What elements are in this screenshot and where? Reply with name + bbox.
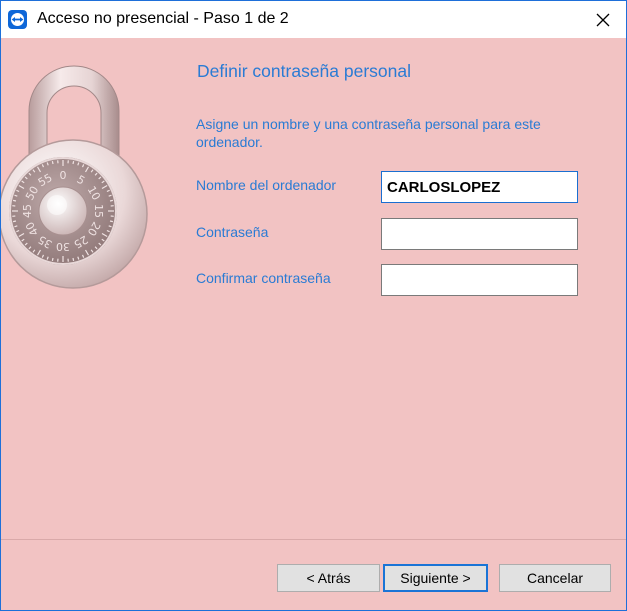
next-button[interactable]: Siguiente > [383, 564, 488, 592]
computer-name-input[interactable] [381, 171, 578, 203]
dial-number: 15 [92, 204, 105, 218]
teamviewer-icon [8, 10, 27, 29]
confirm-password-label: Confirmar contraseña [196, 270, 331, 286]
close-icon [596, 13, 610, 26]
dial-number: 45 [21, 204, 34, 218]
dial-number: 0 [60, 169, 67, 182]
password-input[interactable] [381, 218, 578, 250]
computer-name-label: Nombre del ordenador [196, 177, 337, 193]
setup-wizard-window: Acceso no presencial - Paso 1 de 2 0 5 1… [0, 0, 627, 611]
window-title: Acceso no presencial - Paso 1 de 2 [37, 10, 289, 27]
password-label: Contraseña [196, 224, 269, 240]
title-bar[interactable]: Acceso no presencial - Paso 1 de 2 [1, 1, 626, 38]
dial-number: 30 [56, 240, 70, 253]
combination-padlock-icon: 0 510152025303540455055 [1, 65, 148, 289]
cancel-button[interactable]: Cancelar [499, 564, 611, 592]
close-button[interactable] [580, 1, 626, 38]
page-description: Asigne un nombre y una contraseña person… [196, 116, 541, 150]
confirm-password-input[interactable] [381, 264, 578, 296]
page-heading: Definir contraseña personal [197, 61, 412, 81]
back-button[interactable]: < Atrás [277, 564, 380, 592]
footer-divider [1, 539, 626, 540]
